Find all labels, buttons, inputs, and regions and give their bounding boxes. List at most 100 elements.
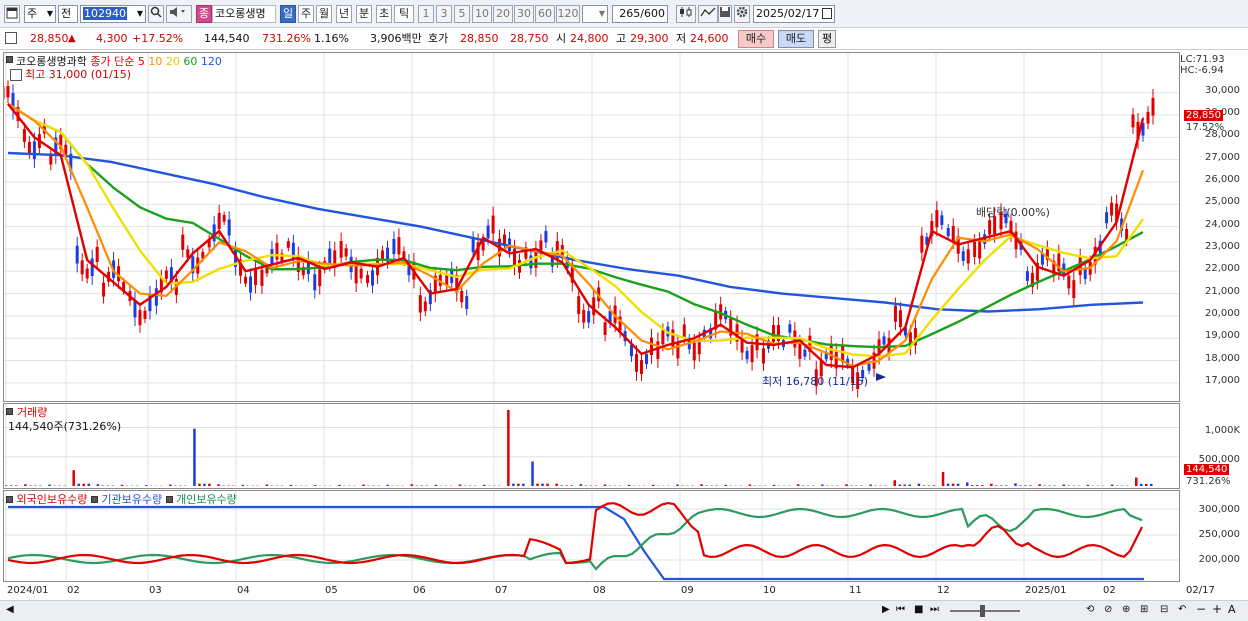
drawing-tool-icon[interactable]: [698, 5, 718, 23]
minute-5-button[interactable]: 5: [454, 5, 470, 23]
period-tick-tab[interactable]: 틱: [394, 5, 414, 23]
tool-icon-2[interactable]: ⊘: [1104, 604, 1112, 615]
minute-10-button[interactable]: 10: [472, 5, 492, 23]
search-icon[interactable]: [148, 5, 164, 23]
window-menu-icon[interactable]: [4, 5, 20, 23]
price-change-pct: +17.52%: [132, 32, 184, 45]
period-month-tab[interactable]: 월: [316, 5, 332, 23]
calendar-icon[interactable]: [822, 8, 832, 19]
custom-minute-input[interactable]: ▼: [582, 5, 608, 23]
expand-icon[interactable]: [5, 32, 17, 44]
volume-bar: [652, 484, 655, 486]
pane-handle-icon[interactable]: [6, 408, 13, 415]
pane-handle-icon[interactable]: [6, 56, 13, 63]
gear-icon[interactable]: [734, 5, 750, 23]
tool-icon-5[interactable]: ⊟: [1160, 604, 1168, 615]
ma20-line: [7, 102, 1144, 358]
candle-body: [32, 141, 36, 160]
volume-bar: [482, 484, 486, 486]
last-page-icon[interactable]: ⏭: [930, 604, 939, 615]
volume-bar: [1000, 485, 1003, 486]
buy-button[interactable]: 매수: [738, 30, 774, 48]
candle-type-icon[interactable]: [676, 5, 696, 23]
date-input[interactable]: 2025/02/17: [753, 5, 835, 23]
candle-body: [978, 241, 982, 259]
legend-ma120: 120: [200, 55, 222, 68]
legend-ma20: 20: [165, 55, 180, 68]
period-second-tab[interactable]: 초: [376, 5, 392, 23]
period-week-tab[interactable]: 주: [298, 5, 314, 23]
volume-bar: [458, 484, 462, 486]
pane-handle-icon[interactable]: [90, 496, 98, 503]
volume-bar: [1145, 483, 1148, 486]
volume-bar: [313, 485, 317, 486]
pane-handle-icon[interactable]: [6, 496, 13, 503]
period-minute-tab[interactable]: 분: [356, 5, 372, 23]
volume-pane[interactable]: [3, 403, 1180, 489]
candle-body: [639, 360, 643, 375]
zoom-slider-handle[interactable]: [980, 605, 985, 617]
first-page-icon[interactable]: ⏮: [896, 604, 905, 615]
volume-bar: [531, 461, 534, 486]
market-type-select[interactable]: 주 ▼: [24, 5, 56, 23]
bar-count-input[interactable]: 265/600: [612, 5, 668, 23]
tool-icon-3[interactable]: ⊕: [1122, 604, 1130, 615]
current-pct-tag: 17.52%: [1186, 122, 1225, 133]
candle-body: [143, 310, 147, 319]
minute-1-button[interactable]: 1: [418, 5, 434, 23]
price-chart-pane[interactable]: [3, 52, 1180, 402]
stock-tag-badge: 종: [196, 5, 212, 23]
bar-count-total: /600: [640, 7, 665, 20]
zoom-slider-track[interactable]: [950, 610, 1020, 612]
candle-body: [544, 230, 548, 243]
font-size-icon[interactable]: A: [1228, 603, 1236, 616]
candle-body: [920, 235, 924, 253]
zoom-out-icon[interactable]: −: [1196, 602, 1206, 616]
lc-value: LC:71.93: [1180, 54, 1225, 65]
avg-button[interactable]: 평: [818, 30, 836, 48]
volume-current-tag: 144,540: [1184, 464, 1230, 475]
candle-body: [803, 349, 807, 357]
x-axis-label: 04: [237, 585, 250, 596]
exchange-select[interactable]: 전: [58, 5, 78, 23]
volume-bar: [951, 483, 955, 486]
minute-30-button[interactable]: 30: [514, 5, 534, 23]
stock-code-input[interactable]: 102940 ▼: [80, 5, 146, 23]
tool-icon-6[interactable]: ↶: [1178, 604, 1186, 615]
speaker-icon[interactable]: [166, 5, 192, 23]
volume-bar: [980, 485, 984, 486]
stop-icon[interactable]: ■: [914, 604, 923, 615]
volume-bar: [203, 483, 206, 486]
zoom-in-icon[interactable]: +: [1212, 602, 1222, 616]
candle-body: [313, 274, 317, 291]
candle-body: [260, 269, 264, 286]
volume-bar: [82, 483, 85, 486]
holdings-y-axis: 300,000 250,000 200,000: [1180, 490, 1244, 582]
volume-bar: [898, 484, 902, 486]
minute-3-button[interactable]: 3: [436, 5, 452, 23]
volume-bar: [748, 484, 752, 486]
minute-60-button[interactable]: 60: [535, 5, 555, 23]
minute-20-button[interactable]: 20: [493, 5, 513, 23]
save-icon[interactable]: [718, 5, 732, 23]
period-year-tab[interactable]: 년: [336, 5, 352, 23]
minute-120-button[interactable]: 120: [556, 5, 580, 23]
volume-bar: [903, 484, 907, 486]
x-axis-label: 07: [495, 585, 508, 596]
candle-body: [270, 249, 274, 266]
period-day-tab[interactable]: 일: [280, 5, 296, 23]
x-axis-label: 10: [763, 585, 776, 596]
scroll-right-icon[interactable]: ▶: [882, 604, 890, 615]
tool-icon-1[interactable]: ⟲: [1086, 604, 1094, 615]
candle-body: [186, 249, 190, 258]
volume-bar: [908, 484, 912, 486]
sell-button[interactable]: 매도: [778, 30, 814, 48]
tool-icon-4[interactable]: ⊞: [1140, 604, 1148, 615]
bottom-scrollbar[interactable]: ◀ ▶ ⏮ ■ ⏭ ⟲ ⊘ ⊕ ⊞ ⊟ ↶ − + A: [0, 600, 1248, 621]
pane-handle-icon[interactable]: [165, 496, 173, 503]
volume-bar: [927, 485, 931, 486]
price-y-axis: LC:71.93 HC:-6.94 30,00029,00028,00027,0…: [1180, 52, 1244, 402]
price-y-tick: 23,000: [1205, 240, 1240, 252]
candle-body: [80, 260, 84, 275]
scroll-left-icon[interactable]: ◀: [6, 604, 14, 615]
